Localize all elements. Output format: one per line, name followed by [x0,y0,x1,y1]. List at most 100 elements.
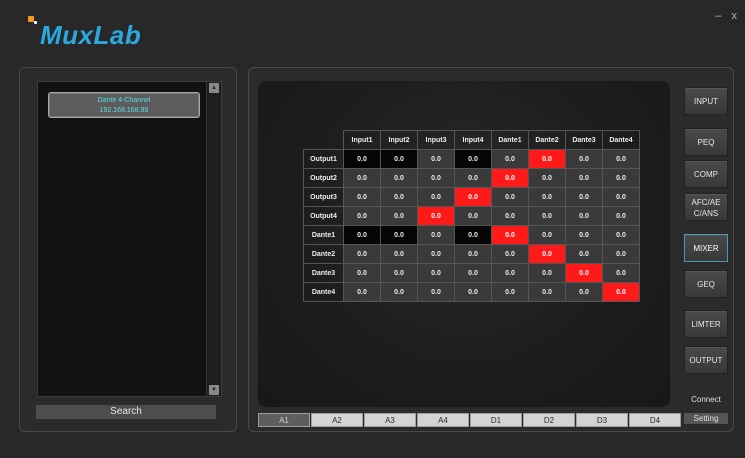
matrix-cell[interactable]: 0.0 [417,225,455,245]
matrix-col-header: Dante3 [565,130,603,150]
matrix-cell[interactable]: 0.0 [602,282,640,302]
matrix-cell[interactable]: 0.0 [565,168,603,188]
matrix-col-header: Dante4 [602,130,640,150]
scroll-up-icon[interactable]: ▲ [209,83,219,93]
matrix-cell[interactable]: 0.0 [602,187,640,207]
matrix-cell[interactable]: 0.0 [528,149,566,169]
matrix-cell[interactable]: 0.0 [491,225,529,245]
side-button-input[interactable]: INPUT [684,87,728,115]
matrix-cell[interactable]: 0.0 [528,225,566,245]
matrix-cell[interactable]: 0.0 [380,263,418,283]
matrix-cell[interactable]: 0.0 [528,244,566,264]
matrix-cell[interactable]: 0.0 [491,263,529,283]
matrix-cell[interactable]: 0.0 [602,149,640,169]
matrix-cell[interactable]: 0.0 [491,244,529,264]
matrix-row-header: Dante3 [303,263,344,283]
matrix-cell[interactable]: 0.0 [417,149,455,169]
matrix-cell[interactable]: 0.0 [454,168,492,188]
matrix-cell[interactable]: 0.0 [417,206,455,226]
app-window: MuxLab – x Dante 4-Channel 192.168.168.9… [0,0,745,458]
matrix-cell[interactable]: 0.0 [454,149,492,169]
matrix-cell[interactable]: 0.0 [343,282,381,302]
matrix-cell[interactable]: 0.0 [528,168,566,188]
matrix-cell[interactable]: 0.0 [602,206,640,226]
matrix-cell[interactable]: 0.0 [528,263,566,283]
side-button-output[interactable]: OUTPUT [684,346,728,374]
matrix-cell[interactable]: 0.0 [565,225,603,245]
matrix-cell[interactable]: 0.0 [380,282,418,302]
tab-a1[interactable]: A1 [258,413,310,427]
tab-a3[interactable]: A3 [364,413,416,427]
matrix-cell[interactable]: 0.0 [491,187,529,207]
matrix-cell[interactable]: 0.0 [380,168,418,188]
matrix-cell[interactable]: 0.0 [602,168,640,188]
matrix-cell[interactable]: 0.0 [565,282,603,302]
matrix-cell[interactable]: 0.0 [565,187,603,207]
tab-d1[interactable]: D1 [470,413,522,427]
matrix-cell[interactable]: 0.0 [343,149,381,169]
matrix-cell[interactable]: 0.0 [454,187,492,207]
matrix-cell[interactable]: 0.0 [528,282,566,302]
matrix-cell[interactable]: 0.0 [491,206,529,226]
matrix-cell[interactable]: 0.0 [417,244,455,264]
matrix-cell[interactable]: 0.0 [528,206,566,226]
matrix-cell[interactable]: 0.0 [380,149,418,169]
matrix-cell[interactable]: 0.0 [417,263,455,283]
matrix-cell[interactable]: 0.0 [343,263,381,283]
side-button-afc-aec-ans[interactable]: AFC/AE C/ANS [684,193,728,221]
matrix-cell[interactable]: 0.0 [380,225,418,245]
matrix-cell[interactable]: 0.0 [454,263,492,283]
device-list[interactable]: Dante 4-Channel 192.168.168.99 ▲ ▼ [37,81,222,397]
matrix-row: Output2 0.0 0.0 0.0 0.0 0.0 0.0 0.0 0.0 [303,168,640,188]
matrix-cell[interactable]: 0.0 [380,206,418,226]
matrix-cell[interactable]: 0.0 [454,282,492,302]
matrix-cell[interactable]: 0.0 [602,244,640,264]
matrix-row: Output4 0.0 0.0 0.0 0.0 0.0 0.0 0.0 0.0 [303,206,640,226]
matrix-cell[interactable]: 0.0 [417,282,455,302]
matrix-cell[interactable]: 0.0 [343,168,381,188]
close-button[interactable]: x [732,10,738,22]
side-button-peq[interactable]: PEQ [684,128,728,156]
search-button[interactable]: Search [36,405,216,419]
matrix-cell[interactable]: 0.0 [565,149,603,169]
matrix-col-header: Dante1 [491,130,529,150]
matrix-cell[interactable]: 0.0 [454,206,492,226]
tab-a2[interactable]: A2 [311,413,363,427]
device-item[interactable]: Dante 4-Channel 192.168.168.99 [48,92,200,118]
matrix-cell[interactable]: 0.0 [454,225,492,245]
side-button-limter[interactable]: LIMTER [684,310,728,338]
matrix-cell[interactable]: 0.0 [602,225,640,245]
matrix-col-header: Input2 [380,130,418,150]
minimize-button[interactable]: – [715,10,721,22]
matrix-cell[interactable]: 0.0 [565,206,603,226]
matrix-cell[interactable]: 0.0 [491,149,529,169]
matrix-cell[interactable]: 0.0 [417,168,455,188]
matrix-cell[interactable]: 0.0 [343,206,381,226]
device-list-scrollbar[interactable]: ▲ ▼ [206,82,221,396]
tab-d2[interactable]: D2 [523,413,575,427]
connect-setting-button[interactable]: Connect Setting [684,394,728,424]
matrix-cell[interactable]: 0.0 [565,263,603,283]
matrix-cell[interactable]: 0.0 [565,244,603,264]
matrix-cell[interactable]: 0.0 [380,244,418,264]
matrix-cell[interactable]: 0.0 [491,168,529,188]
mixer-panel: Input1 Input2 Input3 Input4 Dante1 Dante2 Dant… [248,67,734,432]
matrix-cell[interactable]: 0.0 [343,244,381,264]
matrix-cell[interactable]: 0.0 [528,187,566,207]
scroll-down-icon[interactable]: ▼ [209,385,219,395]
matrix-col-header: Input3 [417,130,455,150]
matrix-cell[interactable]: 0.0 [343,225,381,245]
tab-d3[interactable]: D3 [576,413,628,427]
matrix-cell[interactable]: 0.0 [454,244,492,264]
side-button-line1: AFC/AE [691,198,721,207]
matrix-cell[interactable]: 0.0 [602,263,640,283]
matrix-cell[interactable]: 0.0 [343,187,381,207]
side-button-geq[interactable]: GEQ [684,270,728,298]
tab-d4[interactable]: D4 [629,413,681,427]
matrix-cell[interactable]: 0.0 [491,282,529,302]
matrix-cell[interactable]: 0.0 [380,187,418,207]
tab-a4[interactable]: A4 [417,413,469,427]
matrix-cell[interactable]: 0.0 [417,187,455,207]
side-button-mixer[interactable]: MIXER [684,234,728,262]
side-button-comp[interactable]: COMP [684,160,728,188]
